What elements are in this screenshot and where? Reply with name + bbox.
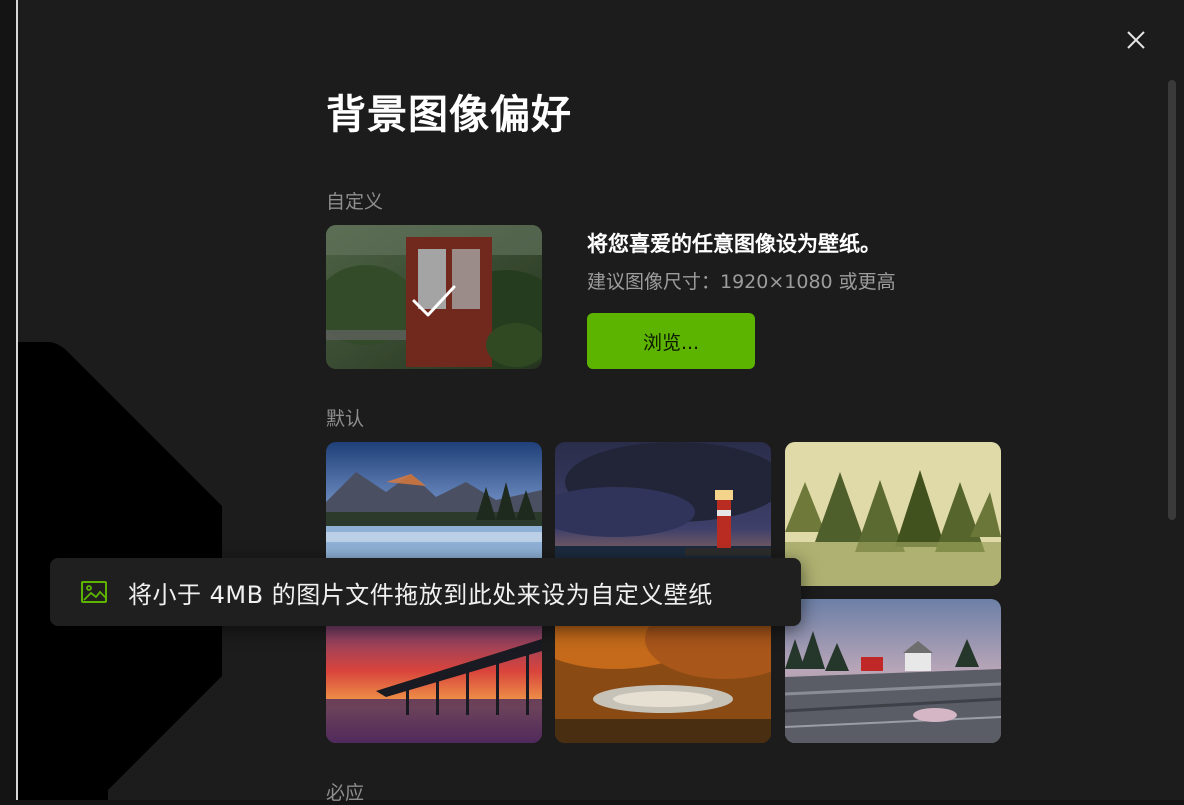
- scrollbar[interactable]: [1168, 80, 1176, 520]
- page-title: 背景图像偏好: [326, 92, 572, 138]
- close-icon[interactable]: [1120, 24, 1152, 56]
- drop-hint-toast: 将小于 4MB 的图片文件拖放到此处来设为自定义壁纸: [50, 558, 801, 626]
- custom-wallpaper-tile[interactable]: [326, 225, 542, 369]
- drop-hint-text: 将小于 4MB 的图片文件拖放到此处来设为自定义壁纸: [128, 580, 713, 609]
- section-label-default: 默认: [326, 408, 365, 430]
- section-label-custom: 自定义: [326, 191, 384, 213]
- custom-heading: 将您喜爱的任意图像设为壁纸。: [587, 232, 881, 256]
- wallpaper-tile-misty-forest[interactable]: [785, 442, 1001, 586]
- image-icon: [81, 581, 107, 603]
- section-label-bing: 必应: [326, 782, 365, 804]
- wallpaper-tile-rocky-coast[interactable]: [785, 599, 1001, 743]
- browse-button[interactable]: 浏览...: [587, 313, 755, 369]
- custom-size-hint: 建议图像尺寸：1920×1080 或更高: [587, 271, 896, 293]
- background-shape: [18, 342, 222, 800]
